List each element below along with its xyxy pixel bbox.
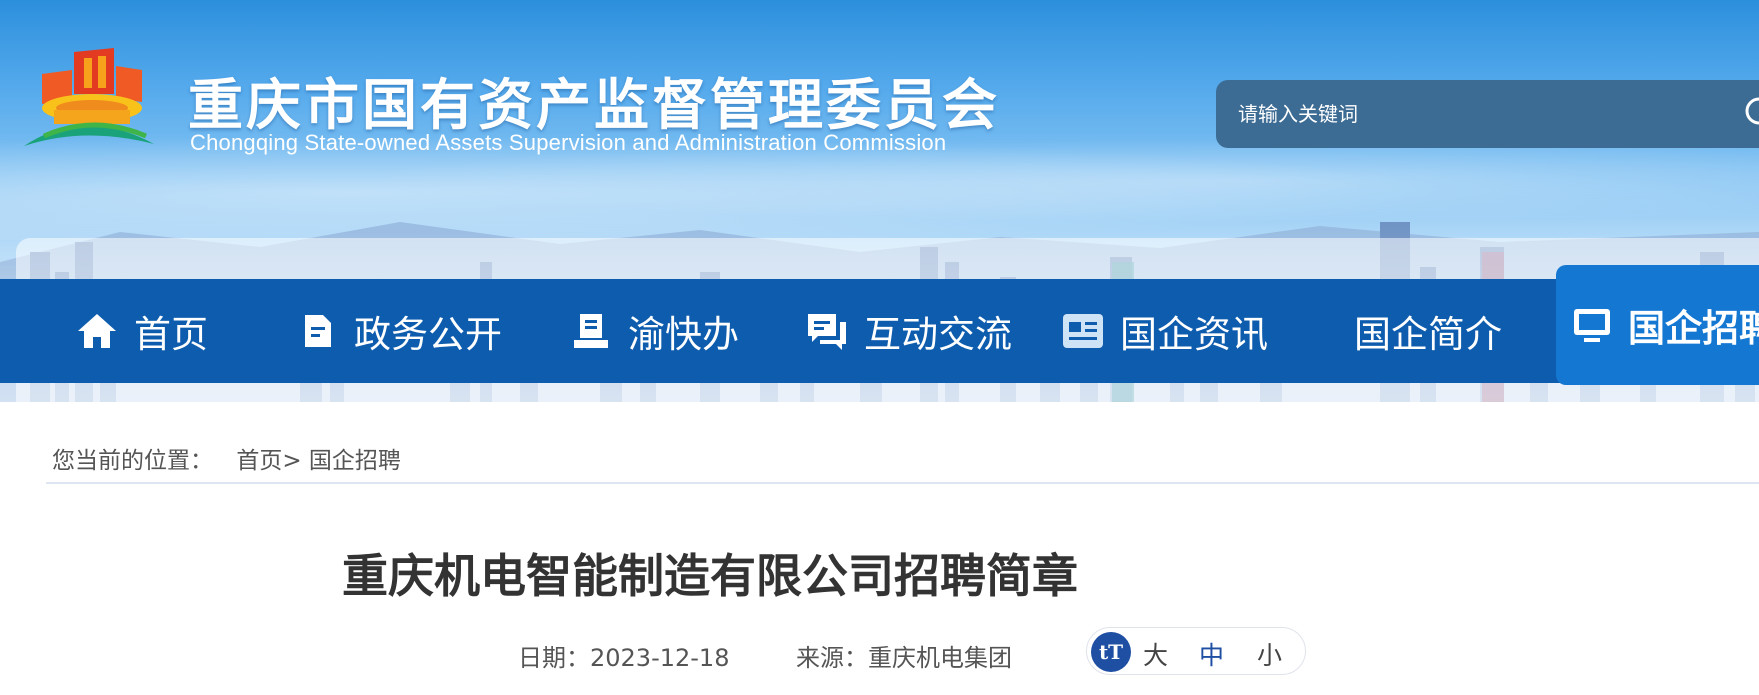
font-size-icon: tT	[1091, 632, 1131, 672]
site-title: 重庆市国有资产监督管理委员会	[188, 73, 1001, 137]
chat-icon	[804, 308, 850, 354]
font-size-switcher: tT 大 中 小	[1086, 627, 1306, 675]
nav-item-label: 互动交流	[864, 313, 1012, 356]
font-size-small-button[interactable]: 小	[1257, 636, 1282, 672]
site-subtitle-english: Chongqing State-owned Assets Supervision…	[190, 130, 947, 155]
main-nav: 首页 政务公开 渝快办 互动交流 国企资讯 国企简介 国企招聘	[0, 265, 1759, 385]
document-icon	[294, 308, 340, 354]
nav-item-label: 国企资讯	[1120, 313, 1268, 356]
nav-item-soe-profile[interactable]: 国企简介	[1354, 279, 1502, 383]
nav-item-home[interactable]: 首页	[74, 279, 208, 383]
book-icon	[568, 308, 614, 354]
nav-item-soe-news[interactable]: 国企资讯	[1060, 279, 1268, 383]
article-date: 日期：2023-12-18	[518, 644, 730, 672]
nav-item-interaction[interactable]: 互动交流	[804, 279, 1012, 383]
search-box	[1216, 80, 1759, 148]
sasac-chongqing-logo	[24, 48, 154, 146]
search-input[interactable]	[1238, 94, 1698, 134]
nav-item-label: 政务公开	[354, 313, 502, 356]
article-source: 来源：重庆机电集团	[796, 644, 1012, 672]
nav-item-label: 首页	[134, 313, 208, 356]
font-size-medium-button[interactable]: 中	[1199, 636, 1224, 672]
nav-item-soe-recruitment[interactable]: 国企招聘	[1556, 265, 1759, 385]
nav-item-label: 国企招聘	[1628, 307, 1759, 350]
nav-item-yukuaiban[interactable]: 渝快办	[568, 279, 739, 383]
nav-item-label: 渝快办	[628, 313, 739, 356]
home-icon	[74, 308, 120, 354]
breadcrumb-divider	[46, 482, 1759, 484]
news-icon	[1060, 308, 1106, 354]
nav-item-label: 国企简介	[1354, 313, 1502, 356]
breadcrumb: 您当前的位置： 首页> 国企招聘	[52, 441, 401, 475]
monitor-icon	[1570, 302, 1614, 348]
breadcrumb-current-link[interactable]: 国企招聘	[309, 448, 401, 474]
article-title: 重庆机电智能制造有限公司招聘简章	[342, 549, 1078, 603]
breadcrumb-label: 您当前的位置：	[52, 448, 213, 474]
font-size-large-button[interactable]: 大	[1143, 636, 1168, 672]
search-icon[interactable]	[1742, 96, 1759, 132]
breadcrumb-home-link[interactable]: 首页>	[236, 448, 301, 474]
nav-item-government-affairs[interactable]: 政务公开	[294, 279, 502, 383]
